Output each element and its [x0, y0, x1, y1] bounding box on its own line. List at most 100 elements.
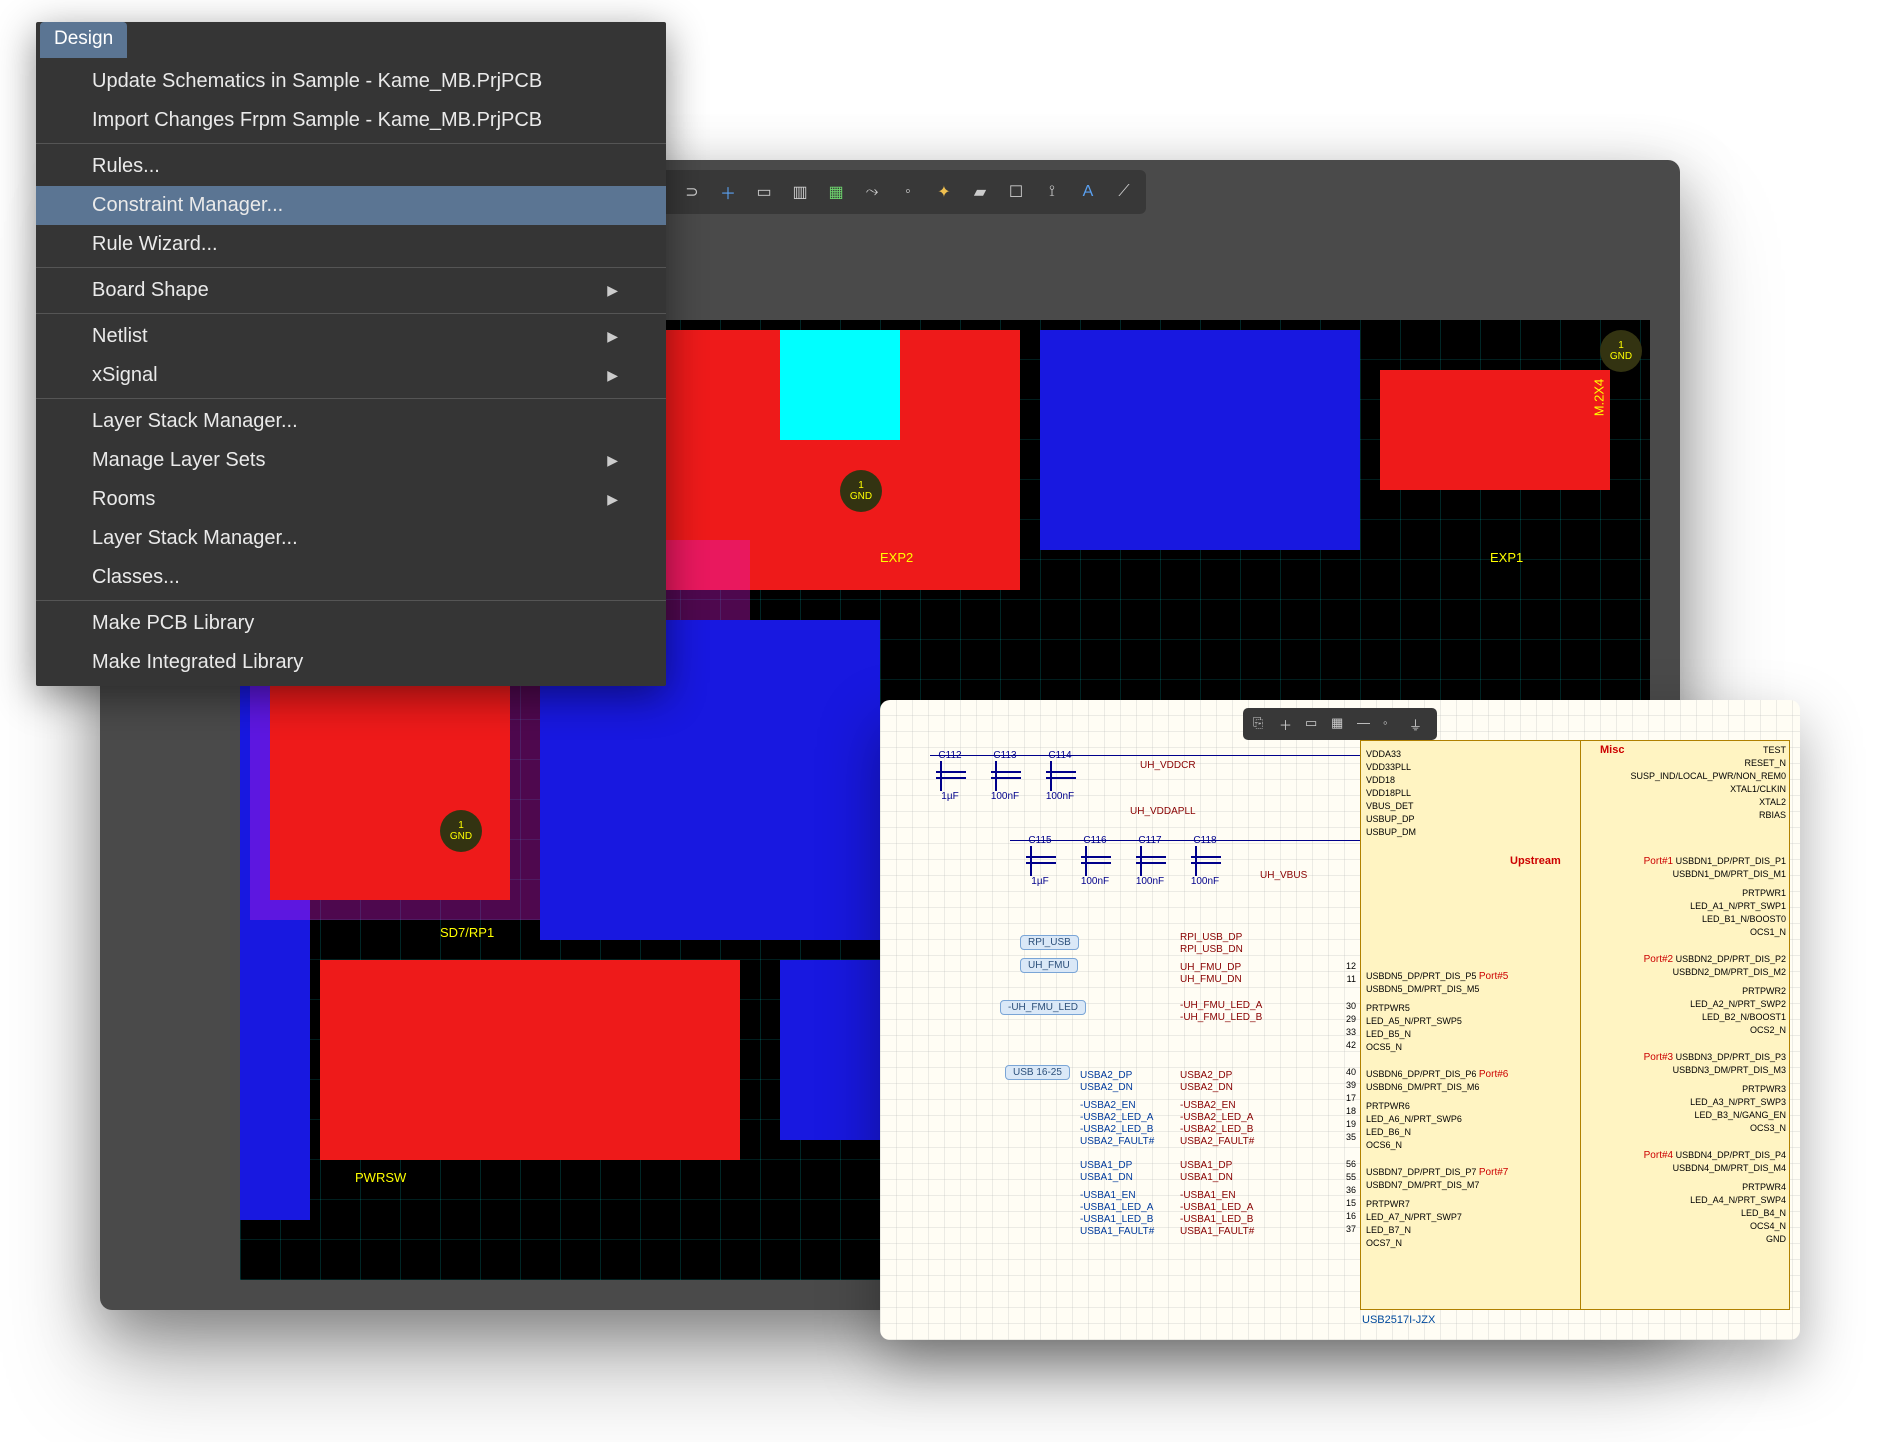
pad-net: GND — [1610, 351, 1632, 362]
menu-item[interactable]: Rooms▶ — [36, 480, 666, 519]
net-uh-vddapll[interactable]: UH_VDDAPLL — [1130, 806, 1196, 817]
cap-c113[interactable]: C113 100nF — [985, 750, 1025, 802]
measure-icon[interactable]: ⟟ — [1040, 180, 1064, 204]
net-usba2-dn[interactable]: USBA2_DN — [1180, 1082, 1233, 1093]
line-icon[interactable]: ⟋ — [1112, 180, 1136, 204]
pcb-toolbar: ⎘ ⊃ ＋ ▭ ▥ ▦ ⤳ ◦ ✦ ▰ ☐ ⟟ A ⟋ — [634, 170, 1146, 214]
cap-c114[interactable]: C114 100nF — [1040, 750, 1080, 802]
menu-item[interactable]: Rules... — [36, 147, 666, 186]
pwrsw-label: PWRSW — [355, 1170, 406, 1185]
wire-icon[interactable]: — — [1357, 715, 1375, 733]
menu-item[interactable]: Make PCB Library — [36, 604, 666, 643]
port-group: Port#4 USBDN4_DP/PRT_DIS_P4USBDN4_DM/PRT… — [1644, 1149, 1786, 1246]
menu-item[interactable]: Layer Stack Manager... — [36, 402, 666, 441]
net-usba1-dn[interactable]: USBA1_DN — [1180, 1172, 1233, 1183]
menu-item[interactable]: Update Schematics in Sample - Kame_MB.Pr… — [36, 62, 666, 101]
net-uh-vddcr[interactable]: UH_VDDCR — [1140, 760, 1196, 771]
menu-item-label: Layer Stack Manager... — [92, 527, 298, 550]
net-usba2-en[interactable]: -USBA2_EN — [1180, 1100, 1236, 1111]
part-icon[interactable]: ▦ — [1331, 715, 1349, 733]
menu-item[interactable]: Netlist▶ — [36, 317, 666, 356]
bars-icon[interactable]: ▥ — [788, 180, 812, 204]
net-usba1-led-b[interactable]: -USBA1_LED_B — [1180, 1214, 1253, 1225]
highlight-icon[interactable]: ✦ — [932, 180, 956, 204]
net-uh-vbus[interactable]: UH_VBUS — [1260, 870, 1307, 881]
crosshair-icon[interactable]: ＋ — [716, 180, 740, 204]
net-usba2-dp[interactable]: USBA2_DP — [1180, 1070, 1232, 1081]
net-usba1-en[interactable]: -USBA1_EN — [1180, 1190, 1236, 1201]
pin-row: VDD18 — [1366, 774, 1416, 787]
menu-item[interactable]: Manage Layer Sets▶ — [36, 441, 666, 480]
net-uh-fmu-led-a[interactable]: -UH_FMU_LED_A — [1180, 1000, 1262, 1011]
capacitor-symbol — [1050, 761, 1070, 791]
route-icon[interactable]: ⤳ — [860, 180, 884, 204]
upstream-pins: VDDA33VDD33PLLVDD18VDD18PLLVBUS_DETUSBUP… — [1366, 748, 1416, 839]
pin-number: 33 — [1338, 1026, 1356, 1039]
net-usba2-fault[interactable]: USBA2_FAULT# — [1180, 1136, 1254, 1147]
net-uh-fmu-led-b[interactable]: -UH_FMU_LED_B — [1180, 1012, 1262, 1023]
copper-region — [1040, 330, 1360, 550]
power-icon[interactable]: ⏚ — [1409, 715, 1427, 733]
pin-row: XTAL1/CLKIN — [1630, 783, 1786, 796]
gnd-pad: 1 GND — [440, 810, 482, 852]
menu-separator — [36, 600, 666, 601]
net-rpi-usb-dn[interactable]: RPI_USB_DN — [1180, 944, 1243, 955]
harness-uh-fmu[interactable]: UH_FMU — [1020, 958, 1078, 973]
sig-usba2-led-b: -USBA2_LED_B — [1080, 1124, 1153, 1135]
net-usba1-led-a[interactable]: -USBA1_LED_A — [1180, 1202, 1253, 1213]
sig-usba2-led-a: -USBA2_LED_A — [1080, 1112, 1153, 1123]
cap-c116[interactable]: C116 100nF — [1075, 835, 1115, 887]
menu-item[interactable]: Classes... — [36, 558, 666, 597]
cap-c112[interactable]: C112 1µF — [930, 750, 970, 802]
menu-item[interactable]: Make Integrated Library — [36, 643, 666, 682]
cap-c117[interactable]: C117 100nF — [1130, 835, 1170, 887]
snap-icon[interactable]: ⊃ — [680, 180, 704, 204]
menu-separator — [36, 398, 666, 399]
cap-c118[interactable]: C118 100nF — [1185, 835, 1225, 887]
net-usba2-led-b[interactable]: -USBA2_LED_B — [1180, 1124, 1253, 1135]
capacitor-symbol — [940, 761, 960, 791]
net-uh-fmu-dn[interactable]: UH_FMU_DN — [1180, 974, 1242, 985]
sd7-label: SD7/RP1 — [440, 925, 494, 940]
net-uh-fmu-dp[interactable]: UH_FMU_DP — [1180, 962, 1241, 973]
polygon-icon[interactable]: ▰ — [968, 180, 992, 204]
net-usba1-fault[interactable]: USBA1_FAULT# — [1180, 1226, 1254, 1237]
port-group: Port#1 USBDN1_DP/PRT_DIS_P1USBDN1_DM/PRT… — [1644, 855, 1786, 939]
crosshair-icon[interactable]: ＋ — [1279, 715, 1297, 733]
menu-item[interactable]: Import Changes Frpm Sample - Kame_MB.Prj… — [36, 101, 666, 140]
capacitor-symbol — [995, 761, 1015, 791]
net-usba1-dp[interactable]: USBA1_DP — [1180, 1160, 1232, 1171]
chip-icon[interactable]: ▦ — [824, 180, 848, 204]
submenu-arrow-icon: ▶ — [607, 328, 618, 345]
menu-item-label: Rules... — [92, 155, 160, 178]
schematic-window: ⎘ ＋ ▭ ▦ — ◦ ⏚ C112 1µF C113 100nF C114 1… — [880, 700, 1800, 1340]
harness-rpi-usb[interactable]: RPI_USB — [1020, 935, 1079, 950]
via-icon[interactable]: ◦ — [896, 180, 920, 204]
dimension-icon[interactable]: ☐ — [1004, 180, 1028, 204]
menu-item[interactable]: Board Shape▶ — [36, 271, 666, 310]
text-icon[interactable]: A — [1076, 180, 1100, 204]
net-icon[interactable]: ◦ — [1383, 715, 1401, 733]
pin-number: 18 — [1338, 1105, 1356, 1118]
menu-item[interactable]: xSignal▶ — [36, 356, 666, 395]
pin-row: USBUP_DM — [1366, 826, 1416, 839]
design-menu-title[interactable]: Design — [40, 22, 127, 58]
cap-c115[interactable]: C115 1µF — [1020, 835, 1060, 887]
sig-usba2-dn: USBA2_DN — [1080, 1082, 1133, 1093]
filter-icon[interactable]: ⎘ — [1253, 715, 1271, 733]
marquee-icon[interactable]: ▭ — [1305, 715, 1323, 733]
select-rect-icon[interactable]: ▭ — [752, 180, 776, 204]
pin-number: 42 — [1338, 1039, 1356, 1052]
pad-net: GND — [850, 491, 872, 502]
menu-item[interactable]: Rule Wizard... — [36, 225, 666, 264]
menu-item[interactable]: Constraint Manager... — [36, 186, 666, 225]
harness-uh-fmu-led[interactable]: -UH_FMU_LED — [1000, 1000, 1086, 1015]
harness-usb1625[interactable]: USB 16-25 — [1005, 1065, 1070, 1080]
copper-region — [320, 960, 740, 1160]
pin-number: 19 — [1338, 1118, 1356, 1131]
pin-row: VDD18PLL — [1366, 787, 1416, 800]
pin-number: 17 — [1338, 1092, 1356, 1105]
menu-item[interactable]: Layer Stack Manager... — [36, 519, 666, 558]
net-rpi-usb-dp[interactable]: RPI_USB_DP — [1180, 932, 1242, 943]
net-usba2-led-a[interactable]: -USBA2_LED_A — [1180, 1112, 1253, 1123]
